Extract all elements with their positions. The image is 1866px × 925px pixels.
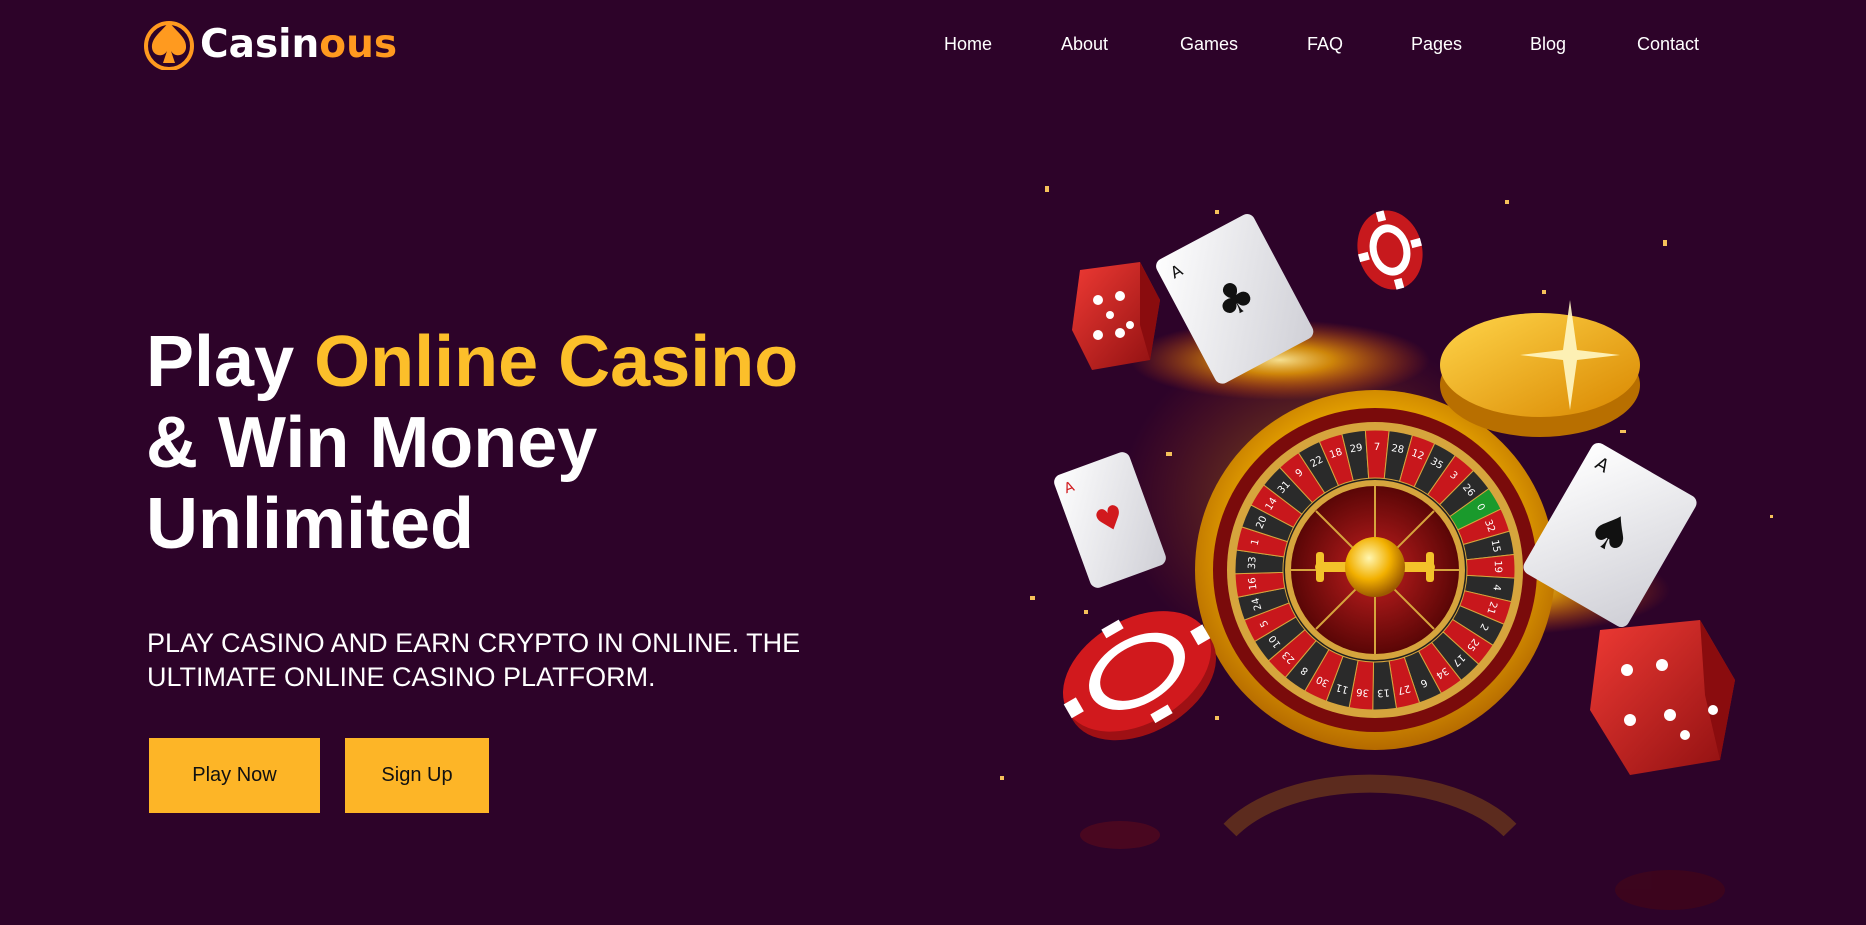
roulette-number: 7 bbox=[1374, 442, 1381, 453]
casino-illustration-svg: 0321519421225173462713361130823105241633… bbox=[1000, 186, 1773, 910]
hero-headline: Play Online Casino & Win Money Unlimited bbox=[146, 322, 866, 565]
nav-link-faq[interactable]: FAQ bbox=[1307, 34, 1343, 55]
poker-chip-top bbox=[1357, 210, 1423, 290]
roulette-number: 29 bbox=[1349, 443, 1363, 456]
logo[interactable]: Casinous bbox=[143, 18, 397, 70]
hero-subtitle: PLAY CASINO AND EARN CRYPTO IN ONLINE. T… bbox=[147, 628, 801, 692]
headline-accent: Online Casino bbox=[314, 322, 799, 402]
headline-line3: Unlimited bbox=[146, 484, 475, 564]
site-header: Casinous Home About Games FAQ Pages Blog… bbox=[0, 0, 1866, 90]
play-now-button[interactable]: Play Now bbox=[149, 738, 320, 813]
dice-bottom-right bbox=[1590, 620, 1735, 775]
roulette-number: 36 bbox=[1356, 686, 1370, 698]
nav-link-games[interactable]: Games bbox=[1180, 34, 1238, 55]
nav-link-home[interactable]: Home bbox=[944, 34, 992, 55]
gold-coin bbox=[1440, 300, 1640, 437]
spade-icon bbox=[144, 21, 194, 70]
reflection bbox=[1080, 774, 1725, 910]
nav-link-blog[interactable]: Blog bbox=[1530, 34, 1566, 55]
headline-line2: & Win Money bbox=[146, 403, 598, 483]
nav-link-pages[interactable]: Pages bbox=[1411, 34, 1462, 55]
headline-word-play: Play bbox=[146, 322, 295, 402]
casino-illustration: 0 32 15 19 4 21 2 25 17 34 6 27 13 36 11 30 8 23 10 5 24 16 33… bbox=[980, 150, 1800, 925]
dice-top-left bbox=[1072, 262, 1160, 370]
sign-up-button[interactable]: Sign Up bbox=[345, 738, 489, 813]
logo-text-part2: ous bbox=[319, 21, 398, 67]
roulette-number: 13 bbox=[1377, 686, 1390, 698]
logo-text-part1: Casin bbox=[200, 21, 320, 67]
roulette-wheel: 0321519421225173462713361130823105241633… bbox=[1195, 390, 1555, 750]
roulette-number: 16 bbox=[1247, 577, 1259, 591]
roulette-number: 33 bbox=[1247, 556, 1259, 569]
nav-link-contact[interactable]: Contact bbox=[1637, 34, 1699, 55]
logo-text: Casinous bbox=[200, 22, 397, 67]
roulette-number: 28 bbox=[1390, 443, 1405, 456]
roulette-number: 19 bbox=[1492, 560, 1503, 573]
landing-page: Casinous Home About Games FAQ Pages Blog… bbox=[0, 0, 1866, 925]
nav-link-about[interactable]: About bbox=[1061, 34, 1108, 55]
